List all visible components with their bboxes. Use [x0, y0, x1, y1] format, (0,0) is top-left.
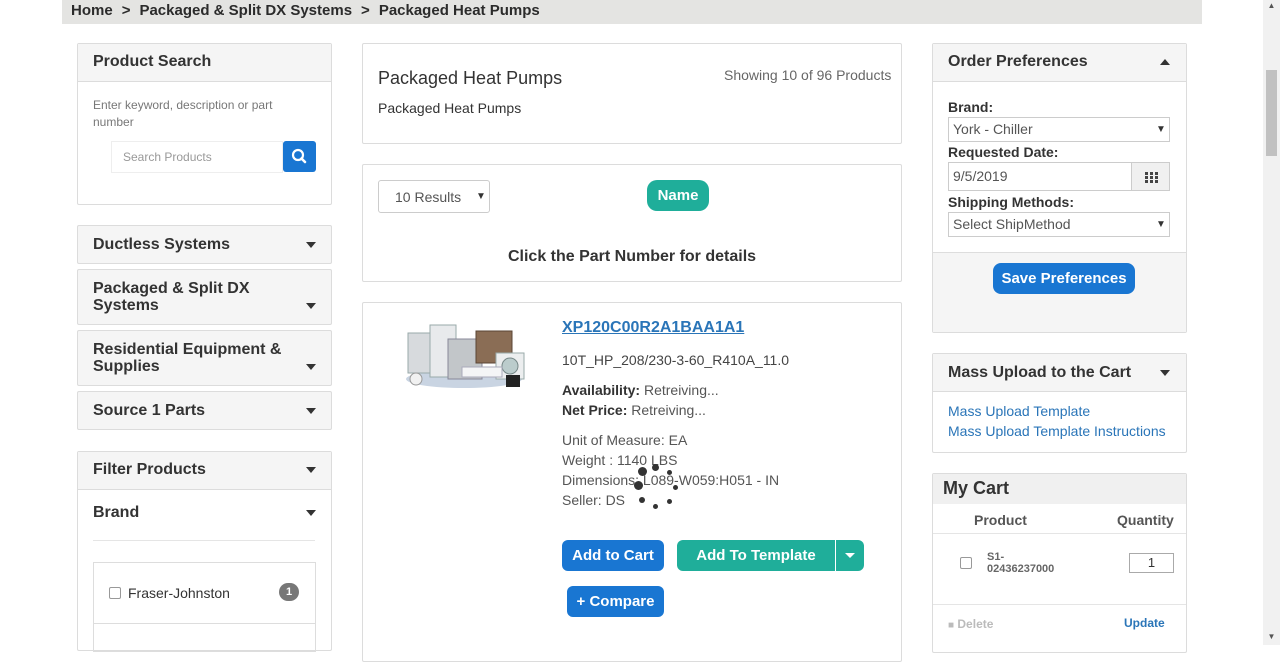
category-packaged-split-label: Packaged & Split DX Systems	[93, 280, 250, 314]
filter-products-title: Filter Products	[93, 461, 206, 478]
mass-upload-title: Mass Upload to the Cart	[948, 364, 1132, 381]
requested-date-label: Requested Date:	[948, 144, 1059, 160]
shipping-method-select[interactable]: Select ShipMethod ▼	[948, 212, 1170, 237]
listing-subtitle: Packaged Heat Pumps	[378, 100, 522, 116]
caret-down-icon	[306, 364, 316, 370]
cart-item-checkbox[interactable]	[960, 557, 972, 569]
caret-down-icon	[306, 408, 316, 414]
divider	[933, 533, 1186, 534]
category-source1-label: Source 1 Parts	[93, 402, 206, 419]
requested-date-input[interactable]: 9/5/2019	[948, 162, 1132, 191]
caret-down-icon	[306, 303, 316, 309]
search-button[interactable]	[283, 141, 316, 172]
product-search-hint: Enter keyword, description or part numbe…	[93, 98, 273, 129]
cart-quantity-input[interactable]: 1	[1129, 553, 1174, 573]
price-row: Net Price: Retreiving...	[562, 402, 706, 418]
spinner-dot	[639, 497, 645, 503]
divider	[94, 623, 315, 624]
search-input[interactable]: Search Products	[111, 141, 283, 173]
availability-value: Retreiving...	[643, 382, 719, 398]
scroll-down-arrow[interactable]: ▼	[1264, 631, 1279, 643]
brand-label: Brand:	[948, 99, 994, 115]
caret-down-icon[interactable]	[306, 510, 316, 516]
order-preferences-title: Order Preferences	[948, 53, 1088, 70]
brand-list	[93, 562, 316, 652]
breadcrumb-current[interactable]: Packaged Heat Pumps	[379, 2, 540, 19]
breadcrumb-separator: >	[361, 2, 370, 19]
spinner-dot	[673, 485, 678, 490]
shipping-methods-label: Shipping Methods:	[948, 194, 1074, 210]
showing-count: Showing 10 of 96 Products	[724, 67, 892, 83]
brand-select-value: York - Chiller	[953, 121, 1033, 137]
cart-update-button[interactable]: Update	[1124, 616, 1165, 630]
cart-delete-button[interactable]: ■ Delete	[948, 617, 993, 631]
my-cart-title: My Cart	[943, 478, 1010, 498]
brand-checkbox[interactable]	[109, 587, 121, 599]
sort-name-button[interactable]: Name	[647, 180, 709, 211]
price-value: Retreiving...	[631, 402, 706, 418]
spinner-dot	[653, 504, 658, 509]
loading-spinner	[634, 464, 680, 510]
divider	[933, 604, 1186, 605]
search-icon	[291, 148, 307, 164]
chevron-down-icon: ▼	[1156, 124, 1166, 135]
category-residential-label: Residential Equipment & Supplies	[93, 341, 282, 375]
availability-row: Availability: Retreiving...	[562, 382, 719, 398]
brand-item-label: Fraser-Johnston	[128, 585, 230, 601]
price-label: Net Price:	[562, 402, 628, 418]
shipping-select-value: Select ShipMethod	[953, 216, 1071, 232]
results-select-value: 10 Results	[395, 189, 462, 205]
delete-label: Delete	[957, 617, 994, 631]
breadcrumb-separator: >	[121, 2, 131, 19]
caret-down-icon	[306, 242, 316, 248]
cart-col-quantity: Quantity	[1117, 512, 1174, 528]
compare-button[interactable]: + Compare	[567, 586, 664, 617]
calendar-button[interactable]	[1131, 162, 1170, 191]
product-image[interactable]	[400, 317, 528, 391]
mass-upload-template-link[interactable]: Mass Upload Template	[948, 403, 1090, 419]
caret-down-icon[interactable]	[306, 467, 316, 473]
seller: Seller: DS	[562, 492, 626, 508]
spinner-dot	[634, 481, 643, 490]
template-dropdown-button[interactable]	[836, 540, 864, 571]
chevron-down-icon: ▼	[1156, 219, 1166, 230]
part-number-link[interactable]: XP120C00R2A1BAA1A1	[562, 319, 744, 337]
cart-item-part: S1- 02436237000	[987, 551, 1055, 575]
breadcrumb: Home > Packaged & Split DX Systems > Package…	[71, 2, 540, 19]
brand-count-badge: 1	[279, 583, 299, 601]
product-search-title: Product Search	[93, 53, 212, 70]
caret-down-icon[interactable]	[1160, 370, 1170, 376]
brand-select[interactable]: York - Chiller ▼	[948, 117, 1170, 142]
caret-down-icon	[845, 553, 855, 558]
mass-upload-instructions-link[interactable]: Mass Upload Template Instructions	[948, 423, 1166, 439]
listing-title: Packaged Heat Pumps	[378, 68, 563, 88]
brand-filter-title[interactable]: Brand	[93, 504, 139, 522]
spinner-dot	[638, 467, 647, 476]
instruction-text: Click the Part Number for details	[507, 248, 757, 265]
add-to-template-button[interactable]: Add To Template	[677, 540, 835, 571]
cart-col-product: Product	[974, 512, 1027, 528]
hvac-equipment-image	[406, 324, 525, 388]
divider	[93, 540, 315, 541]
add-to-cart-button[interactable]: Add to Cart	[562, 540, 664, 571]
trash-icon: ■	[948, 620, 955, 631]
results-per-page-select[interactable]: 10 Results ▼	[378, 180, 490, 213]
product-description: 10T_HP_208/230-3-60_R410A_11.0	[562, 352, 790, 368]
breadcrumb-packaged-split[interactable]: Packaged & Split DX Systems	[139, 2, 352, 19]
spinner-dot	[667, 499, 672, 504]
unit-of-measure: Unit of Measure: EA	[562, 432, 688, 448]
availability-label: Availability:	[562, 382, 641, 398]
calendar-grid-icon	[1145, 172, 1158, 183]
category-ductless-label: Ductless Systems	[93, 236, 230, 253]
save-preferences-button[interactable]: Save Preferences	[993, 263, 1135, 294]
scroll-up-arrow[interactable]: ▲	[1264, 0, 1279, 12]
spinner-dot	[652, 464, 659, 471]
listing-header-panel	[362, 43, 902, 144]
breadcrumb-home[interactable]: Home	[71, 2, 113, 19]
caret-up-icon[interactable]	[1160, 59, 1170, 65]
spinner-dot	[667, 470, 672, 475]
chevron-down-icon: ▼	[476, 191, 486, 202]
scrollbar-thumb[interactable]	[1266, 70, 1277, 156]
